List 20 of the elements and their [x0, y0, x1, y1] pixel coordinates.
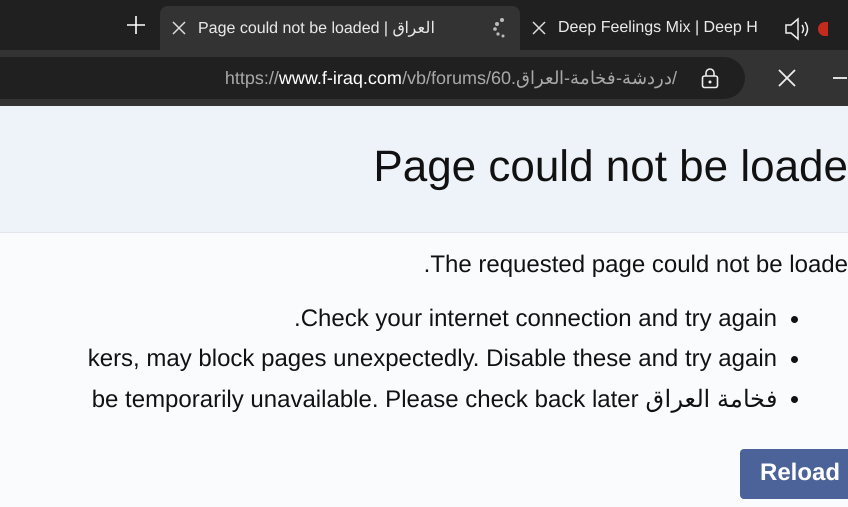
lock-icon[interactable] [701, 67, 719, 89]
bullet-icon [791, 396, 798, 402]
error-message: The requested page could not be loade. [424, 251, 848, 279]
record-indicator-icon [818, 22, 828, 36]
bullet-icon [791, 316, 798, 322]
browser-tab[interactable]: Deep Feelings Mix | Deep H [520, 6, 780, 50]
plus-icon [126, 15, 146, 35]
suggestion-text: Check your internet connection and try again. [294, 305, 777, 333]
tab-title: Page could not be loaded | العراق [198, 19, 436, 38]
close-icon[interactable] [532, 21, 546, 35]
browser-tab[interactable]: Page could not be loaded | العراق [160, 6, 520, 50]
suggestion-text: فخامة العراق be temporarily unavailable. Please check back later [92, 384, 777, 414]
close-icon[interactable] [172, 21, 186, 35]
speaker-icon[interactable] [784, 17, 810, 41]
reload-button[interactable]: Reload [740, 449, 848, 499]
close-icon [777, 68, 797, 88]
tab-title: Deep Feelings Mix | Deep H [558, 19, 759, 37]
bullet-icon [791, 356, 798, 362]
page-heading: Page could not be loade [373, 142, 848, 192]
suggestion-text: kers, may block pages unexpectedly. Disable these and try again [88, 345, 777, 373]
